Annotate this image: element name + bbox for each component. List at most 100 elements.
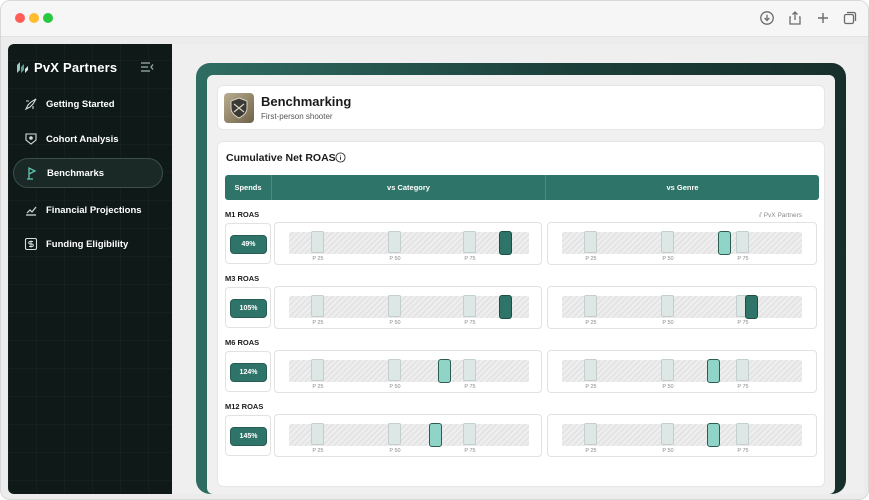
genre-benchmark-track: P 25 P 50 P 75 <box>562 359 802 390</box>
brand[interactable]: PvX Partners <box>16 58 117 76</box>
sidebar-item-funding-eligibility[interactable]: Funding Eligibility <box>13 229 163 259</box>
percentile-marker <box>311 295 324 317</box>
percentile-marker <box>584 423 597 445</box>
percentile-label: P 50 <box>389 448 401 454</box>
row-label: M6 ROAS <box>225 338 260 347</box>
maximize-window-button[interactable] <box>43 13 53 23</box>
sidebar-item-label: Benchmarks <box>47 167 105 179</box>
percentile-label: P 75 <box>737 256 749 262</box>
spend-value-badge: 49% <box>230 235 267 254</box>
new-tab-icon[interactable] <box>815 10 831 26</box>
percentile-label: P 75 <box>737 448 749 454</box>
spend-box: 105% <box>225 287 271 328</box>
sidebar-item-label: Funding Eligibility <box>46 238 129 250</box>
percentile-marker <box>584 231 597 253</box>
category-value-marker[interactable] <box>499 295 512 319</box>
category-benchmark-box: P 25 P 50 P 75 <box>274 286 542 329</box>
genre-value-marker[interactable] <box>745 295 758 319</box>
category-benchmark-box: P 25 P 50 P 75 <box>274 350 542 393</box>
percentile-marker <box>584 295 597 317</box>
percentile-label: P 25 <box>312 448 324 454</box>
spend-value-badge: 124% <box>230 363 267 382</box>
percentile-label: P 25 <box>585 256 597 262</box>
genre-value-marker[interactable] <box>707 359 720 383</box>
share-icon[interactable] <box>787 10 803 26</box>
category-benchmark-box: P 25 P 50 P 75 <box>274 222 542 265</box>
percentile-marker <box>661 423 674 445</box>
sidebar-item-label: Financial Projections <box>46 204 142 216</box>
percentile-marker <box>311 359 324 381</box>
frame-inner: Benchmarking First-person shooter Cumula… <box>207 75 835 494</box>
percentile-marker <box>661 231 674 253</box>
spend-value-badge: 105% <box>230 299 267 318</box>
benchmark-card: Cumulative Net ROAS Spends vs Category v… <box>217 141 825 487</box>
spend-box: 145% <box>225 415 271 456</box>
device-frame: Benchmarking First-person shooter Cumula… <box>196 63 846 494</box>
main-content: Benchmarking First-person shooter Cumula… <box>172 44 864 494</box>
percentile-label: P 50 <box>389 384 401 390</box>
genre-benchmark-box: P 25 P 50 P 75 <box>547 414 817 457</box>
row-label: M1 ROAS <box>225 210 260 219</box>
percentile-label: P 75 <box>737 320 749 326</box>
sidebar-item-benchmarks[interactable]: Benchmarks <box>13 158 163 188</box>
genre-benchmark-box: P 25 P 50 P 75 <box>547 222 817 265</box>
sidebar-item-cohort-analysis[interactable]: Cohort Analysis <box>13 124 163 154</box>
genre-benchmark-track: P 25 P 50 P 75 <box>562 423 802 454</box>
header-card: Benchmarking First-person shooter <box>217 85 825 130</box>
percentile-label: P 50 <box>389 320 401 326</box>
row-label: M12 ROAS <box>225 402 264 411</box>
category-benchmark-track: P 25 P 50 P 75 <box>289 231 529 262</box>
genre-benchmark-track: P 25 P 50 P 75 <box>562 231 802 262</box>
genre-value-marker[interactable] <box>707 423 720 447</box>
percentile-label: P 25 <box>585 320 597 326</box>
percentile-label: P 25 <box>585 384 597 390</box>
page-subtitle: First-person shooter <box>261 112 333 121</box>
cohort-icon <box>25 133 37 145</box>
category-value-marker[interactable] <box>429 423 442 447</box>
game-emblem-icon <box>230 97 248 119</box>
spend-box: 49% <box>225 223 271 264</box>
percentile-label: P 75 <box>737 384 749 390</box>
percentile-label: P 25 <box>585 448 597 454</box>
genre-benchmark-box: P 25 P 50 P 75 <box>547 286 817 329</box>
percentile-marker <box>661 295 674 317</box>
category-value-marker[interactable] <box>438 359 451 383</box>
percentile-marker <box>736 423 749 445</box>
percentile-marker <box>736 231 749 253</box>
category-benchmark-box: P 25 P 50 P 75 <box>274 414 542 457</box>
percentile-marker <box>311 423 324 445</box>
pvx-logo-icon <box>17 61 28 73</box>
percentile-marker <box>463 295 476 317</box>
genre-value-marker[interactable] <box>718 231 731 255</box>
spend-value-badge: 145% <box>230 427 267 446</box>
tabs-icon[interactable] <box>842 10 858 26</box>
percentile-marker <box>311 231 324 253</box>
genre-benchmark-track: P 25 P 50 P 75 <box>562 295 802 326</box>
percentile-label: P 75 <box>464 384 476 390</box>
download-icon[interactable] <box>759 10 775 26</box>
genre-benchmark-box: P 25 P 50 P 75 <box>547 350 817 393</box>
category-value-marker[interactable] <box>499 231 512 255</box>
sidebar-item-getting-started[interactable]: Getting Started <box>13 89 163 119</box>
sidebar-item-financial-projections[interactable]: Financial Projections <box>13 195 163 225</box>
percentile-label: P 50 <box>662 384 674 390</box>
rocket-icon <box>24 98 37 111</box>
category-benchmark-track: P 25 P 50 P 75 <box>289 423 529 454</box>
percentile-marker <box>584 359 597 381</box>
info-icon[interactable] <box>335 152 346 163</box>
game-thumbnail <box>224 93 254 123</box>
table-row: M3 ROAS 105% P 25 P 50 P 75 P 25 P 50 P 75 <box>218 274 826 334</box>
category-benchmark-track: P 25 P 50 P 75 <box>289 359 529 390</box>
sidebar-item-label: Cohort Analysis <box>46 133 119 145</box>
collapse-sidebar-icon[interactable] <box>140 61 154 73</box>
percentile-label: P 75 <box>464 448 476 454</box>
percentile-label: P 25 <box>312 256 324 262</box>
minimize-window-button[interactable] <box>29 13 39 23</box>
close-window-button[interactable] <box>15 13 25 23</box>
percentile-label: P 50 <box>662 448 674 454</box>
column-header-vs-category: vs Category <box>272 175 546 200</box>
category-benchmark-track: P 25 P 50 P 75 <box>289 295 529 326</box>
percentile-marker <box>463 359 476 381</box>
brand-name: PvX Partners <box>34 59 118 75</box>
percentile-marker <box>661 359 674 381</box>
